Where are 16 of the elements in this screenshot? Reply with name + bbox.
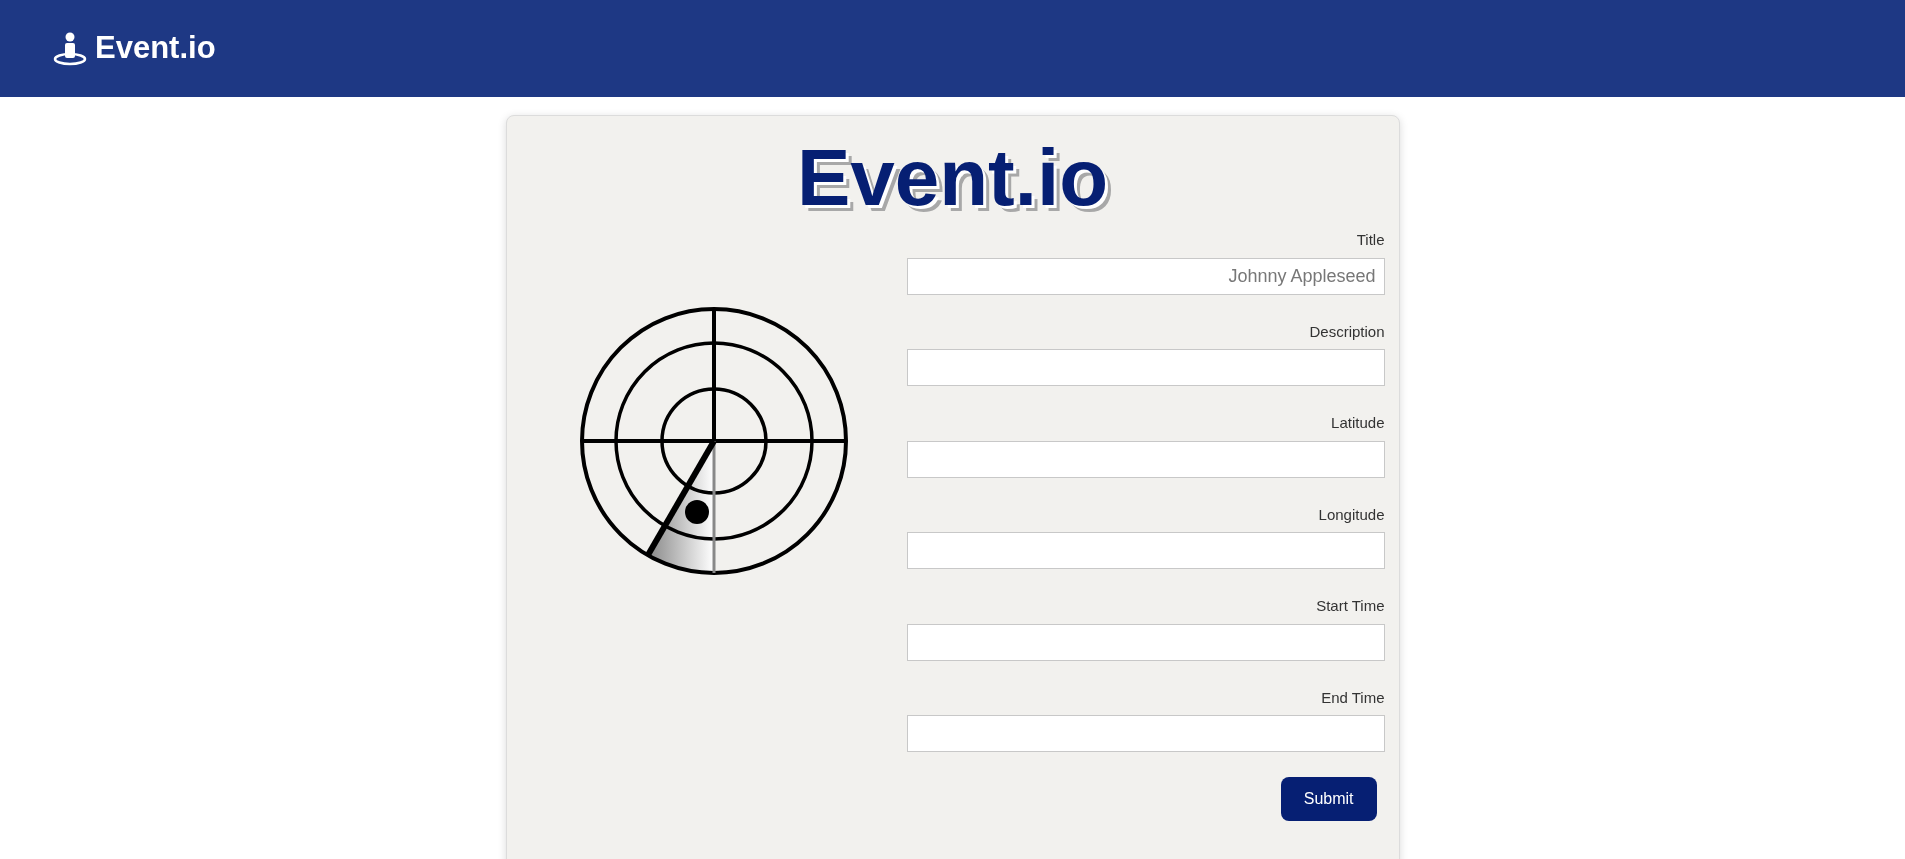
field-label: Title: [1356, 230, 1385, 250]
field-label: Latitude: [1331, 413, 1385, 433]
input-field[interactable]: [906, 349, 1385, 386]
field-label: Description: [1309, 321, 1385, 342]
input-field[interactable]: [906, 623, 1385, 661]
input-field[interactable]: [906, 440, 1385, 478]
field-label: Start Time: [1316, 596, 1385, 616]
field-label: Longitude: [1318, 504, 1385, 525]
input-field[interactable]: [906, 532, 1385, 569]
input-field[interactable]: Johnny Appleseed: [906, 257, 1385, 295]
field-label: End Time: [1321, 687, 1385, 708]
brand-logo[interactable]: Event.io: [95, 25, 216, 72]
person-icon: [53, 31, 87, 66]
heading: Event.io: [796, 138, 1109, 218]
input-field[interactable]: [906, 715, 1385, 752]
submit-button[interactable]: Submit: [1280, 777, 1377, 821]
